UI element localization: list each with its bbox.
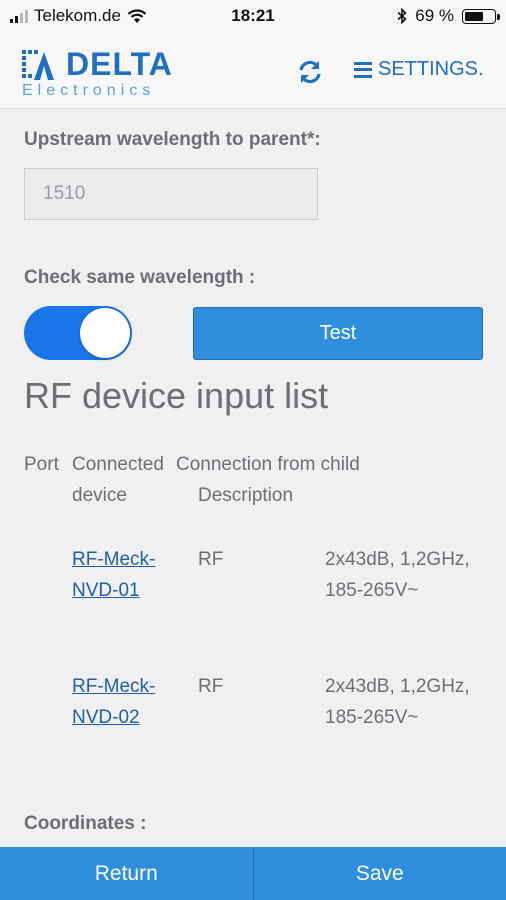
footer-bar: Return Save bbox=[0, 847, 506, 900]
test-button[interactable]: Test bbox=[193, 307, 483, 360]
toggle-knob bbox=[80, 308, 130, 358]
return-button[interactable]: Return bbox=[0, 847, 254, 900]
main-content[interactable]: Upstream wavelength to parent*: 1510 Che… bbox=[0, 109, 506, 847]
description-cell: 2x43dB, 1,2GHz, 185-265V~ bbox=[325, 549, 470, 601]
delta-logo: DELTA Electronics bbox=[22, 46, 182, 102]
column-header-port: Port bbox=[24, 454, 59, 475]
connection-cell: RF bbox=[198, 676, 224, 697]
status-right: 69 % bbox=[397, 6, 500, 26]
column-header-description: Description bbox=[198, 485, 294, 506]
menu-icon bbox=[354, 61, 372, 78]
upstream-wavelength-label: Upstream wavelength to parent*: bbox=[24, 129, 321, 150]
rf-list-title: RF device input list bbox=[24, 375, 329, 416]
status-bar: Telekom.de 18:21 69 % bbox=[0, 0, 506, 32]
delta-logo-icon bbox=[22, 50, 54, 80]
check-wavelength-toggle[interactable] bbox=[24, 306, 132, 360]
settings-label: SETTINGS. bbox=[378, 58, 484, 80]
check-wavelength-label: Check same wavelength : bbox=[24, 267, 256, 288]
app-header: DELTA Electronics SETTINGS. bbox=[0, 32, 506, 109]
column-header-connection: Connection from child bbox=[176, 454, 360, 475]
column-header-connected-device: Connected device bbox=[72, 454, 164, 506]
description-cell: 2x43dB, 1,2GHz, 185-265V~ bbox=[325, 676, 470, 728]
refresh-button[interactable] bbox=[296, 58, 324, 86]
battery-percent: 69 % bbox=[415, 6, 454, 25]
connection-cell: RF bbox=[198, 549, 224, 570]
save-button[interactable]: Save bbox=[254, 847, 506, 900]
coordinates-label: Coordinates : bbox=[24, 813, 147, 834]
logo-name: DELTA bbox=[66, 46, 173, 82]
bluetooth-icon bbox=[397, 8, 407, 24]
settings-menu-button[interactable]: SETTINGS. bbox=[354, 58, 484, 81]
battery-icon bbox=[462, 8, 500, 24]
upstream-wavelength-field[interactable]: 1510 bbox=[24, 168, 318, 220]
logo-subtitle: Electronics bbox=[22, 82, 156, 99]
device-link[interactable]: RF-Meck-NVD-01 bbox=[72, 544, 162, 606]
device-link[interactable]: RF-Meck-NVD-02 bbox=[72, 671, 162, 733]
